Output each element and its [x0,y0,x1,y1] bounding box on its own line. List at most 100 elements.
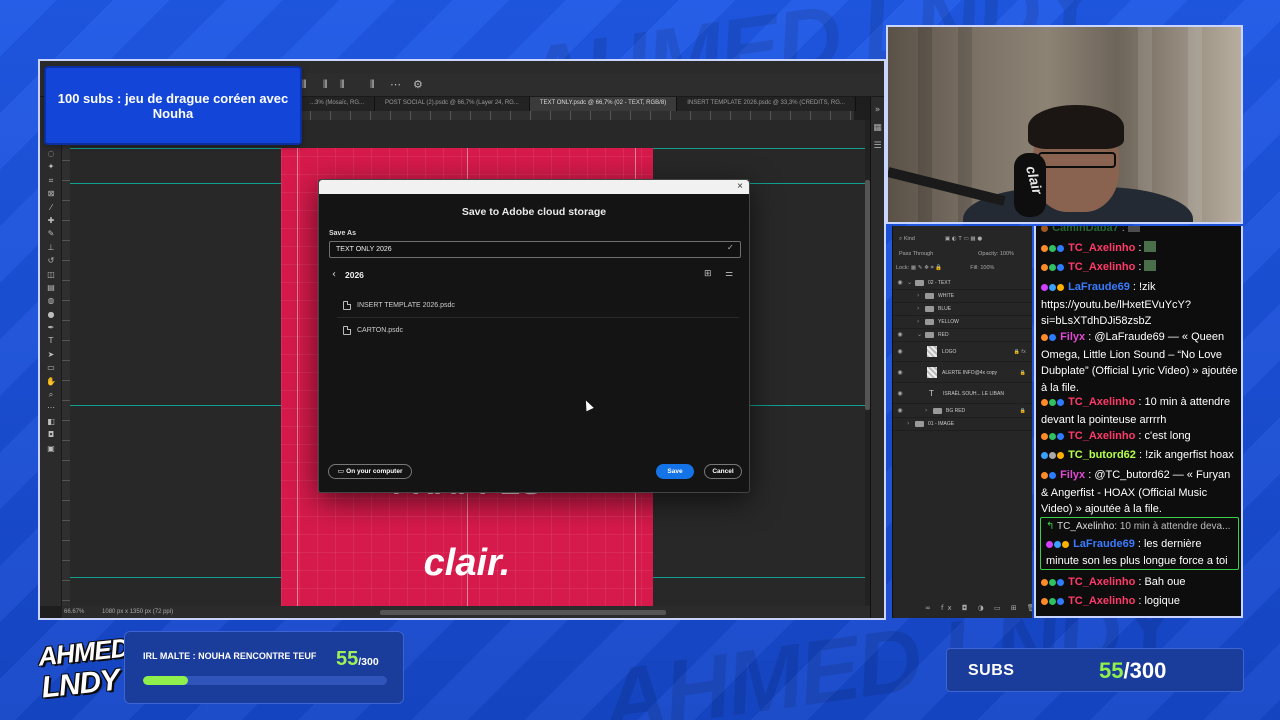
gradient-tool-icon[interactable]: ▤ [40,281,62,294]
layers-search[interactable]: ⌕ Kind ▣ ◐ T ▭ ▦ ● [899,236,1032,243]
layers-footer-icons[interactable]: ∞ fx ◘ ◑ ▭ ⊞ 🗑 [925,604,1032,612]
save-button[interactable]: Save [656,464,694,479]
layer-row[interactable]: › BLUE [893,303,1032,316]
brush-tool-icon[interactable]: ✎ [40,227,62,240]
chat-username[interactable]: TC_Axelinho [1068,430,1135,442]
doc-tab[interactable]: INSERT TEMPLATE 2026.psdc @ 33,3% (CREDI… [677,97,856,111]
chat-username[interactable]: TC_Axelinho [1068,576,1135,588]
zoom-tool-icon[interactable]: ⌕ [40,388,62,401]
expand-icon[interactable]: › [917,318,925,325]
type-tool-icon[interactable]: T [40,334,62,347]
reply-reference[interactable]: ↰ TC_Axelinho: 10 min à attendre deva... [1046,519,1236,536]
color-swatches-icon[interactable]: ◧ [40,415,62,428]
path-select-icon[interactable]: ➤ [40,348,62,361]
eraser-tool-icon[interactable]: ◫ [40,268,62,281]
layer-filter-icons[interactable]: ▣ ◐ T ▭ ▦ ● [945,236,982,242]
chevron-left-icon[interactable]: ‹ [332,269,336,280]
eye-icon[interactable]: ◉ [893,407,907,414]
layer-row[interactable]: ◉ › BG RED 🔒 [893,405,1032,418]
history-brush-icon[interactable]: ↺ [40,254,62,267]
chat-message: Filyx : @LaFraude69 — « Queen Omega, Lit… [1041,331,1238,394]
doc-tab[interactable]: ...3% (Mosaïc, RG... [300,97,376,111]
expand-icon[interactable]: ⌄ [917,331,925,338]
more-options-icon[interactable]: ⋯ [390,78,401,91]
blend-mode-select[interactable]: Pass Through [899,251,933,257]
eye-icon[interactable]: ◉ [893,369,907,376]
on-computer-button[interactable]: ▭ On your computer [328,464,412,479]
file-row[interactable]: CARTON.psdc [337,318,739,343]
eye-icon[interactable]: ◉ [893,331,907,338]
properties-panel-icon[interactable]: ☰ [871,141,884,151]
pen-tool-icon[interactable]: ✒ [40,321,62,334]
chat-username[interactable]: TC_Axelinho [1068,242,1135,254]
expand-icon[interactable]: › [907,420,915,427]
layer-row[interactable]: › WHITE [893,290,1032,303]
expand-icon[interactable]: › [917,305,925,312]
filter-icon[interactable]: ⚌ [725,269,733,279]
chat-username[interactable]: LaFraude69 [1068,281,1130,293]
hand-tool-icon[interactable]: ✋ [40,375,62,388]
mouse-cursor-icon [582,398,594,412]
chat-username[interactable]: Filyx [1060,331,1085,343]
chat-username[interactable]: CaminDaba7 [1052,226,1119,234]
eye-icon[interactable]: ◉ [893,348,907,355]
dialog-title: Save to Adobe cloud storage [461,206,607,218]
layer-row[interactable]: ◉ ⌄ 02 - TEXT [893,277,1032,290]
folder-icon [933,407,942,414]
expand-icon[interactable]: › [917,292,925,299]
eye-icon[interactable]: ◉ [893,279,907,286]
logo-line-2: LNDY [39,663,121,705]
webcam-feed: clair [886,25,1243,224]
layer-row[interactable]: ◉ T ISRAËL SOUH... LE LIBAN [893,384,1032,404]
fill-value[interactable]: 100% [980,265,994,271]
eye-icon[interactable]: ◉ [893,390,907,397]
chat-username[interactable]: LaFraude69 [1073,538,1135,550]
file-row[interactable]: INSERT TEMPLATE 2026.psdc [337,293,739,318]
healing-tool-icon[interactable]: ✚ [40,214,62,227]
doc-tab-active[interactable]: TEXT ONLY.psdc @ 66,7% (02 - TEXT, RGB/8… [529,97,678,111]
dodge-tool-icon[interactable]: ● [40,308,62,321]
zoom-level[interactable]: 66.67% [64,609,84,615]
crop-tool-icon[interactable]: ⌗ [40,174,62,187]
filename-input[interactable] [329,241,741,258]
history-panel-icon[interactable]: ▦ [871,123,884,133]
layer-row[interactable]: ◉ LOGO 🔒 fx [893,342,1032,362]
layer-row[interactable]: › 01 - IMAGE [893,418,1032,431]
align-center-icon[interactable]: ⫴ [323,78,328,92]
layer-row[interactable]: ◉ ALERTE INFO@4x copy 🔒 [893,363,1032,383]
cancel-button[interactable]: Cancel [704,464,742,479]
frame-tool-icon[interactable]: ⊠ [40,187,62,200]
lock-icons[interactable]: ▦ ✎ ✥ ⌗ 🔒 [909,265,942,271]
chat-username[interactable]: Filyx [1060,469,1085,481]
align-right-icon[interactable]: ⫴ [340,78,345,92]
stamp-tool-icon[interactable]: ⊥ [40,241,62,254]
new-folder-icon[interactable]: ⊞ [704,269,712,279]
more-tools-icon[interactable]: ⋯ [40,401,62,414]
panel-collapse-icon[interactable]: » [871,105,884,115]
expand-icon[interactable]: ⌄ [907,279,915,286]
chat-username[interactable]: TC_Axelinho [1068,261,1135,273]
quick-mask-icon[interactable]: ◘ [40,428,62,441]
rectangle-tool-icon[interactable]: ▭ [40,361,62,374]
lasso-tool-icon[interactable]: ◌ [40,147,62,160]
align-left-icon[interactable]: ⫴ [302,78,307,92]
folder-icon [915,279,924,286]
blur-tool-icon[interactable]: ◍ [40,294,62,307]
close-icon[interactable]: × [737,180,743,194]
opacity-value[interactable]: 100% [1000,251,1014,257]
chat-username[interactable]: TC_Axelinho [1068,396,1135,408]
irl-goal-progress-fill [143,676,188,685]
chat-username[interactable]: TC_Axelinho [1068,595,1135,607]
layer-row[interactable]: › YELLOW [893,316,1032,329]
settings-gear-icon[interactable]: ⚙ [413,78,423,91]
magic-wand-tool-icon[interactable]: ✦ [40,160,62,173]
distribute-icon[interactable]: ⫴ [370,78,375,92]
screen-mode-icon[interactable]: ▣ [40,442,62,455]
expand-icon[interactable]: › [925,407,933,414]
chat-username[interactable]: TC_butord62 [1068,449,1136,461]
canvas-area[interactable]: FRAPPES clair. × Save to Adobe cloud sto… [70,120,865,606]
layer-row[interactable]: ◉ ⌄ RED [893,329,1032,342]
horizontal-scrollbar[interactable] [380,610,666,615]
eyedropper-tool-icon[interactable]: ⁄ [40,201,62,214]
doc-tab[interactable]: POST SOCIAL (2).psdc @ 66,7% (Layer 24, … [375,97,530,111]
